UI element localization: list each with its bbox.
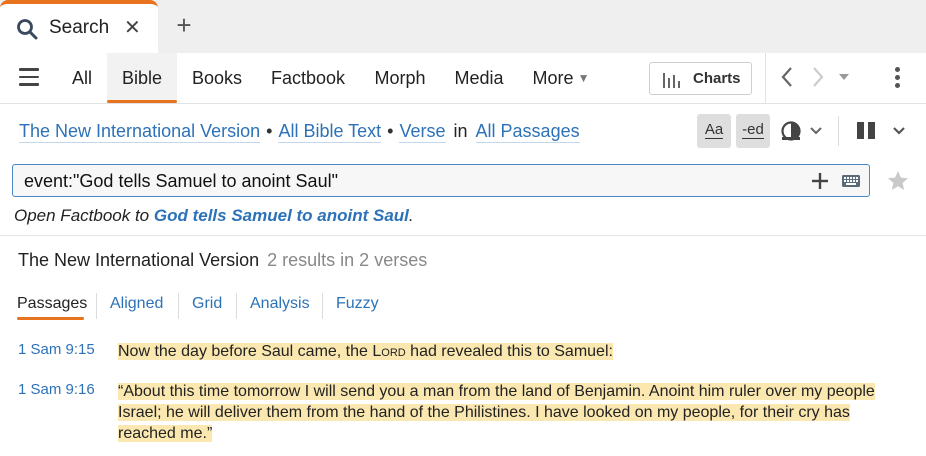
search-box bbox=[12, 164, 870, 197]
unit-selector-link[interactable]: Verse bbox=[399, 121, 446, 143]
search-scope: The New International Version • All Bible … bbox=[19, 121, 580, 143]
visual-filter-icon[interactable] bbox=[780, 120, 802, 142]
factbook-suggestion: Open Factbook to God tells Samuel to ano… bbox=[14, 206, 414, 226]
keyboard-icon[interactable] bbox=[842, 174, 860, 188]
verse-text-line: “About this time tomorrow I will send yo… bbox=[118, 383, 875, 400]
text-case-toggle-button[interactable]: Aa bbox=[697, 114, 731, 148]
range-selector-link[interactable]: All Bible Text bbox=[278, 121, 382, 143]
search-document-tab[interactable]: Search ✕ bbox=[0, 0, 158, 53]
nav-tab-books[interactable]: Books bbox=[182, 53, 252, 103]
new-tab-plus-icon[interactable]: + bbox=[172, 12, 196, 38]
add-icon[interactable] bbox=[810, 171, 830, 191]
charts-button[interactable]: Charts bbox=[649, 62, 752, 95]
verse-text-segment: had revealed this to Samuel: bbox=[405, 343, 613, 360]
verse-reference-link[interactable]: 1 Sam 9:16 bbox=[18, 381, 95, 398]
nav-tab-media[interactable]: Media bbox=[445, 53, 513, 103]
view-tab-analysis[interactable]: Analysis bbox=[250, 295, 310, 313]
factbook-topic-link[interactable]: God tells Samuel to anoint Saul bbox=[154, 206, 409, 225]
verse-text-line: Israel; he will deliver them from the ha… bbox=[118, 404, 850, 421]
scope-bullet: • bbox=[266, 121, 273, 141]
view-tab-separator bbox=[236, 293, 237, 319]
nav-tab-label: Media bbox=[454, 68, 504, 88]
results-header: The New International Version 2 results i… bbox=[18, 250, 427, 271]
pane-layout-icon[interactable] bbox=[857, 122, 875, 139]
nav-tab-label: Factbook bbox=[270, 68, 346, 88]
nav-tab-label: Morph bbox=[374, 68, 426, 88]
results-count: 2 results in 2 verses bbox=[267, 250, 428, 270]
chevron-left-icon[interactable] bbox=[779, 65, 795, 89]
nav-tab-label: All bbox=[71, 68, 92, 88]
text-case-label: Aa bbox=[704, 121, 724, 139]
bar-chart-icon bbox=[663, 73, 680, 88]
view-tab-aligned[interactable]: Aligned bbox=[110, 295, 163, 313]
nav-tab-label: Bible bbox=[121, 68, 163, 88]
nav-tab-label: Books bbox=[191, 68, 243, 88]
search-input[interactable] bbox=[24, 168, 784, 194]
search-icon bbox=[17, 19, 38, 40]
verse-text-lord: Lord bbox=[372, 343, 406, 360]
more-options-icon[interactable] bbox=[892, 67, 902, 91]
toolbar-divider bbox=[765, 53, 766, 103]
view-tab-grid[interactable]: Grid bbox=[192, 295, 222, 313]
verse-text[interactable]: Now the day before Saul came, the Lord h… bbox=[118, 341, 918, 362]
results-version: The New International Version bbox=[18, 250, 260, 270]
verse-text[interactable]: “About this time tomorrow I will send yo… bbox=[118, 381, 918, 444]
nav-tab-label: More bbox=[532, 68, 574, 88]
section-divider bbox=[0, 235, 926, 236]
history-dropdown-icon[interactable] bbox=[838, 73, 850, 81]
nav-tab-more[interactable]: More ▼ bbox=[524, 53, 598, 103]
nav-tab-bible[interactable]: Bible bbox=[107, 53, 177, 103]
passages-selector-link[interactable]: All Passages bbox=[475, 121, 580, 143]
chevron-down-icon[interactable] bbox=[893, 127, 905, 135]
tab-strip: Search ✕ + bbox=[0, 0, 926, 53]
view-tab-passages[interactable]: Passages bbox=[17, 295, 87, 313]
close-tab-icon[interactable]: ✕ bbox=[124, 16, 141, 40]
chevron-down-icon: ▼ bbox=[577, 71, 590, 85]
nav-tab-morph[interactable]: Morph bbox=[364, 53, 436, 103]
version-selector-link[interactable]: The New International Version bbox=[19, 121, 261, 143]
scope-bullet: • bbox=[387, 121, 394, 141]
menu-icon[interactable] bbox=[19, 68, 39, 86]
active-view-indicator bbox=[17, 317, 84, 320]
factbook-suffix: . bbox=[408, 206, 414, 225]
verse-reference-link[interactable]: 1 Sam 9:15 bbox=[18, 341, 95, 358]
scope-in-word: in bbox=[453, 121, 468, 141]
view-tab-fuzzy[interactable]: Fuzzy bbox=[336, 295, 379, 313]
word-forms-toggle-button[interactable]: -ed bbox=[736, 114, 770, 148]
chevron-down-icon[interactable] bbox=[810, 127, 822, 135]
view-tab-separator bbox=[322, 293, 323, 319]
charts-label: Charts bbox=[693, 70, 741, 87]
favorite-star-icon[interactable] bbox=[886, 169, 910, 193]
view-tab-separator bbox=[96, 293, 97, 319]
toolbar-divider bbox=[838, 116, 839, 146]
verse-text-line: reached me.” bbox=[118, 425, 213, 442]
verse-text-segment: Now the day before Saul came, the bbox=[118, 343, 373, 360]
nav-tab-factbook[interactable]: Factbook bbox=[262, 53, 354, 103]
factbook-prefix: Open Factbook to bbox=[14, 206, 154, 225]
word-forms-label: -ed bbox=[742, 121, 764, 139]
tab-label: Search bbox=[49, 17, 110, 38]
nav-tab-all[interactable]: All bbox=[60, 53, 104, 103]
view-tab-separator bbox=[178, 293, 179, 319]
search-toolbar: All Bible Books Factbook Morph Media Mor… bbox=[0, 53, 926, 104]
chevron-right-icon[interactable] bbox=[810, 65, 826, 89]
